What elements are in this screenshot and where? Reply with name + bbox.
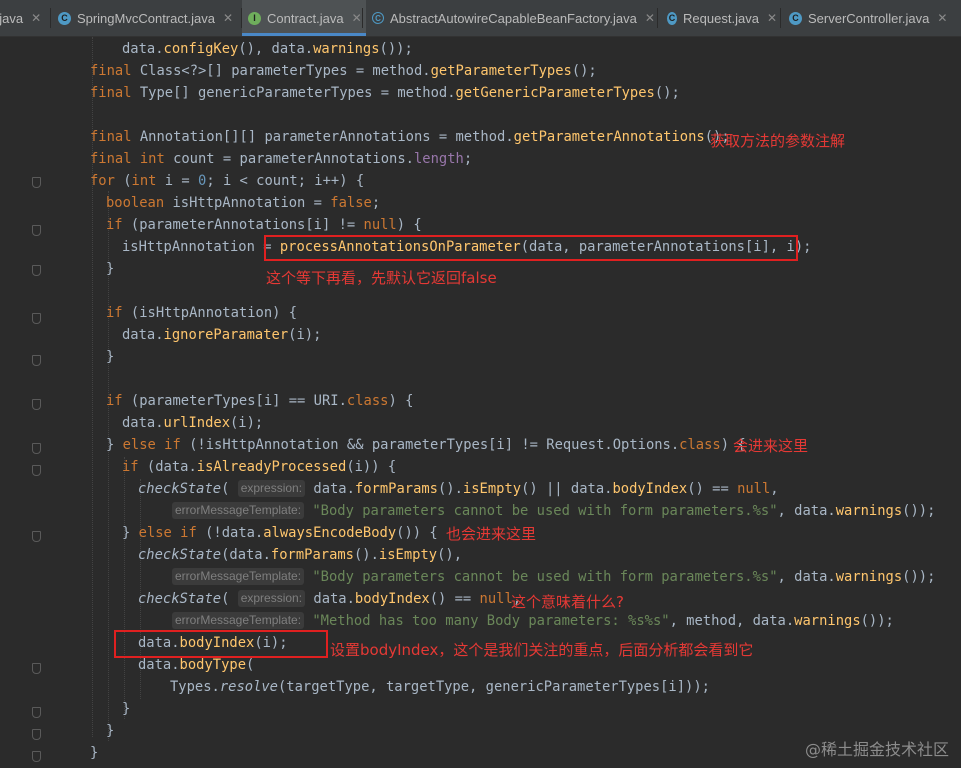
fold-marker-icon[interactable]: [32, 729, 41, 740]
fold-marker-icon[interactable]: [32, 531, 41, 542]
close-icon[interactable]: ✕: [937, 11, 947, 25]
code-line: }: [122, 701, 131, 717]
indent-guide: [124, 457, 125, 719]
watermark: @稀土掘金技术社区: [804, 740, 949, 759]
annotation-get-params: 获取方法的参数注解: [710, 132, 846, 150]
interface-icon: I: [248, 11, 261, 25]
class-icon: C: [789, 11, 802, 25]
fold-marker-icon[interactable]: [32, 225, 41, 236]
tab-separator: [362, 8, 363, 28]
code-line: }: [90, 745, 99, 761]
code-line: boolean isHttpAnnotation = false;: [106, 195, 381, 211]
code-line: if (parameterTypes[i] == URI.class) {: [106, 393, 414, 409]
tab-abstractautowire[interactable]: C AbstractAutowireCapableBeanFactory.jav…: [372, 0, 662, 36]
code-editor[interactable]: data.configKey(), data.warnings()); fina…: [0, 37, 961, 768]
fold-marker-icon[interactable]: [32, 707, 41, 718]
code-line: } else if (!data.alwaysEncodeBody()) {: [122, 525, 438, 541]
tab-r-java[interactable]: r.java ✕: [0, 0, 48, 36]
parameter-hint: expression:: [237, 480, 306, 497]
parameter-hint: errorMessageTemplate:: [172, 612, 305, 629]
fold-marker-icon[interactable]: [32, 399, 41, 410]
parameter-hint: expression:: [237, 590, 306, 607]
annotation-will-enter: 会进来这里: [733, 437, 809, 455]
code-line: checkState( expression: data.formParams(…: [138, 480, 779, 497]
tab-springmvccontract[interactable]: C SpringMvcContract.java ✕: [58, 0, 233, 36]
fold-marker-icon[interactable]: [32, 355, 41, 366]
fold-marker-icon[interactable]: [32, 313, 41, 324]
code-line: errorMessageTemplate: "Body parameters c…: [172, 566, 935, 588]
editor-tab-bar: r.java ✕ C SpringMvcContract.java ✕ I Co…: [0, 0, 961, 37]
fold-marker-icon[interactable]: [32, 265, 41, 276]
code-line: data.configKey(), data.warnings());: [122, 41, 413, 57]
code-line: data.ignoreParamater(i);: [122, 327, 322, 343]
code-line: if (data.isAlreadyProcessed(i)) {: [122, 459, 397, 475]
code-line: }: [106, 261, 115, 277]
close-icon[interactable]: ✕: [31, 11, 41, 25]
code-line: } else if (!isHttpAnnotation && paramete…: [106, 437, 746, 453]
code-line: errorMessageTemplate: "Body parameters c…: [172, 500, 935, 522]
code-line: final Type[] genericParameterTypes = met…: [90, 85, 680, 101]
close-icon[interactable]: ✕: [223, 11, 233, 25]
close-icon[interactable]: ✕: [767, 11, 777, 25]
close-icon[interactable]: ✕: [352, 11, 362, 25]
code-line: data.urlIndex(i);: [122, 415, 264, 431]
tab-label: Request.java: [683, 10, 759, 26]
tab-separator: [50, 8, 51, 28]
tab-label: r.java: [0, 10, 24, 26]
parameter-hint: errorMessageTemplate:: [172, 502, 305, 519]
annotation-meaning: 这个意味着什么?: [511, 593, 624, 611]
code-line: }: [106, 723, 115, 739]
fold-marker-icon[interactable]: [32, 465, 41, 476]
code-line: checkState( expression: data.bodyIndex()…: [138, 590, 522, 607]
class-icon: C: [58, 11, 71, 25]
fold-marker-icon[interactable]: [32, 177, 41, 188]
abstract-class-icon: C: [372, 12, 384, 24]
editor-gutter: [0, 37, 60, 768]
tab-label: Contract.java: [267, 10, 344, 26]
code-line: errorMessageTemplate: "Method has too ma…: [172, 610, 894, 632]
tab-label: SpringMvcContract.java: [76, 10, 215, 26]
annotation-later: 这个等下再看，先默认它返回false: [266, 269, 497, 287]
highlight-box: [264, 235, 798, 261]
code-line: final Class<?>[] parameterTypes = method…: [90, 63, 597, 79]
tab-request[interactable]: C Request.java ✕: [667, 0, 777, 36]
code-line: final int count = parameterAnnotations.l…: [90, 151, 473, 167]
tab-separator: [780, 8, 781, 28]
code-line: if (parameterAnnotations[i] != null) {: [106, 217, 422, 233]
tab-separator: [657, 8, 658, 28]
fold-marker-icon[interactable]: [32, 663, 41, 674]
tab-label: AbstractAutowireCapableBeanFactory.java: [390, 10, 637, 26]
tab-label: ServerController.java: [808, 10, 930, 26]
code-line: }: [106, 349, 115, 365]
fold-marker-icon[interactable]: [32, 751, 41, 762]
code-line: Types.resolve(targetType, targetType, ge…: [170, 679, 710, 695]
annotation-set-body-index: 设置bodyIndex，这个是我们关注的重点，后面分析都会看到它: [330, 641, 754, 659]
code-line: if (isHttpAnnotation) {: [106, 305, 298, 321]
highlight-box: [114, 630, 328, 658]
tab-servercontroller[interactable]: C ServerController.java ✕: [789, 0, 961, 36]
close-icon[interactable]: ✕: [645, 11, 655, 25]
code-line: final Annotation[][] parameterAnnotation…: [90, 129, 730, 145]
class-icon: C: [667, 11, 678, 25]
fold-marker-icon[interactable]: [32, 443, 41, 454]
code-line: for (int i = 0; i < count; i++) {: [90, 173, 365, 189]
annotation-also-enter: 也会进来这里: [446, 525, 537, 543]
parameter-hint: errorMessageTemplate:: [172, 568, 305, 585]
tab-contract[interactable]: I Contract.java ✕: [242, 0, 366, 36]
code-line: checkState(data.formParams().isEmpty(),: [138, 547, 462, 563]
